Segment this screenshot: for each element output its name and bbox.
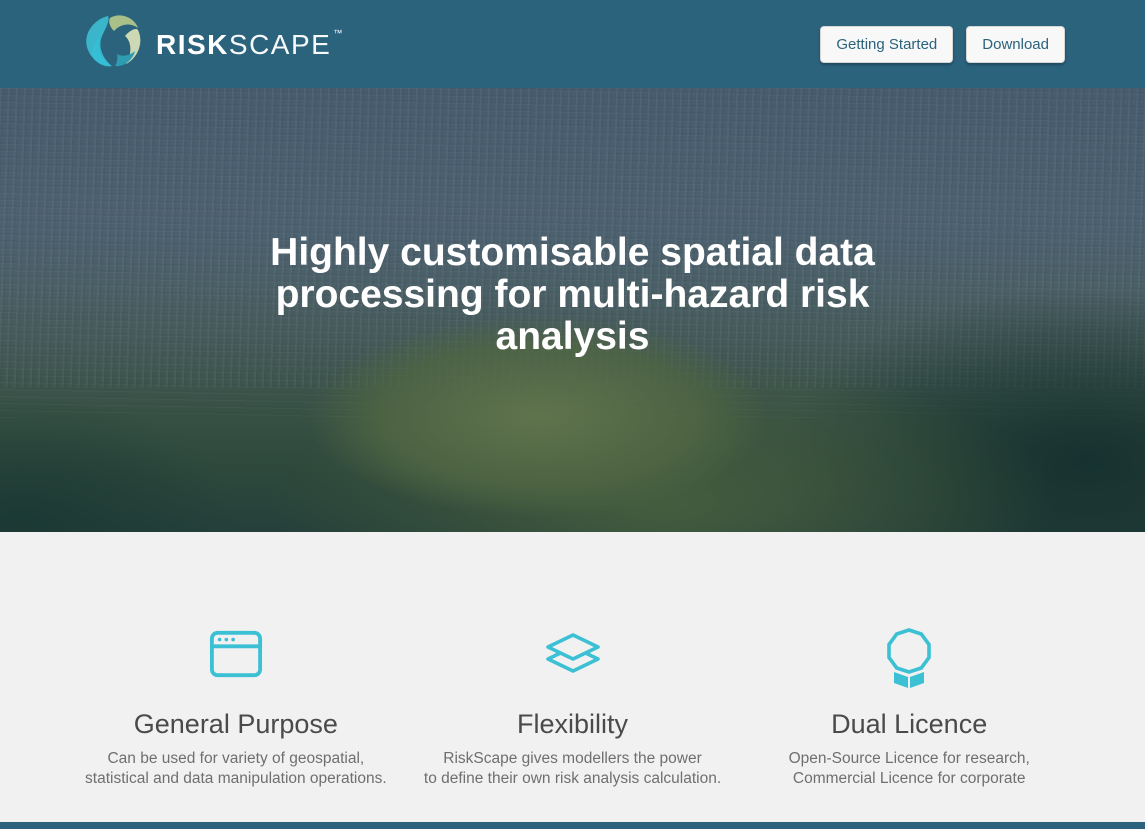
feature-desc-line2: statistical and data manipulation operat… bbox=[68, 769, 405, 788]
feature-description: Can be used for variety of geospatial, s… bbox=[68, 749, 405, 787]
wordmark-bold: RISK bbox=[156, 29, 229, 60]
next-section-top-strip bbox=[0, 822, 1145, 829]
feature-description: RiskScape gives modellers the power to d… bbox=[404, 749, 741, 787]
hero-headline: Highly customisable spatial data process… bbox=[0, 88, 1145, 358]
feature-title: General Purpose bbox=[68, 708, 405, 740]
riskscape-globe-logo-icon bbox=[80, 12, 144, 76]
feature-dual-licence: Dual Licence Open-Source Licence for res… bbox=[741, 628, 1078, 788]
features-row: General Purpose Can be used for variety … bbox=[68, 628, 1078, 788]
feature-icon-wrap bbox=[741, 628, 1078, 692]
feature-flexibility: Flexibility RiskScape gives modellers th… bbox=[404, 628, 741, 788]
feature-icon-wrap bbox=[404, 628, 741, 692]
feature-desc-line2: Commercial Licence for corporate bbox=[741, 769, 1078, 788]
feature-desc-line1: Can be used for variety of geospatial, bbox=[68, 749, 405, 768]
download-button[interactable]: Download bbox=[966, 26, 1065, 63]
feature-description: Open-Source Licence for research, Commer… bbox=[741, 749, 1078, 787]
feature-icon-wrap bbox=[68, 628, 405, 692]
browser-window-icon bbox=[209, 628, 263, 680]
feature-general-purpose: General Purpose Can be used for variety … bbox=[68, 628, 405, 788]
award-ribbon-icon bbox=[886, 628, 932, 690]
riskscape-logo[interactable]: RISKSCAPE™ bbox=[80, 12, 342, 76]
trademark-symbol: ™ bbox=[333, 28, 342, 38]
wordmark-light: SCAPE bbox=[229, 29, 331, 60]
feature-title: Flexibility bbox=[404, 708, 741, 740]
hero-section: Highly customisable spatial data process… bbox=[0, 88, 1145, 532]
riskscape-wordmark: RISKSCAPE™ bbox=[156, 29, 342, 59]
getting-started-button[interactable]: Getting Started bbox=[820, 26, 953, 63]
feature-desc-line1: RiskScape gives modellers the power bbox=[404, 749, 741, 768]
site-header: RISKSCAPE™ Getting Started Download bbox=[0, 0, 1145, 88]
feature-title: Dual Licence bbox=[741, 708, 1078, 740]
feature-desc-line1: Open-Source Licence for research, bbox=[741, 749, 1078, 768]
layers-icon bbox=[544, 633, 602, 681]
hero-headline-line3: analysis bbox=[0, 316, 1145, 358]
hero-headline-line2: processing for multi-hazard risk bbox=[0, 274, 1145, 316]
hero-headline-line1: Highly customisable spatial data bbox=[0, 232, 1145, 274]
header-container: RISKSCAPE™ Getting Started Download bbox=[80, 12, 1065, 76]
header-buttons: Getting Started Download bbox=[807, 26, 1065, 63]
features-section: General Purpose Can be used for variety … bbox=[0, 532, 1145, 822]
feature-desc-line2: to define their own risk analysis calcul… bbox=[404, 769, 741, 788]
